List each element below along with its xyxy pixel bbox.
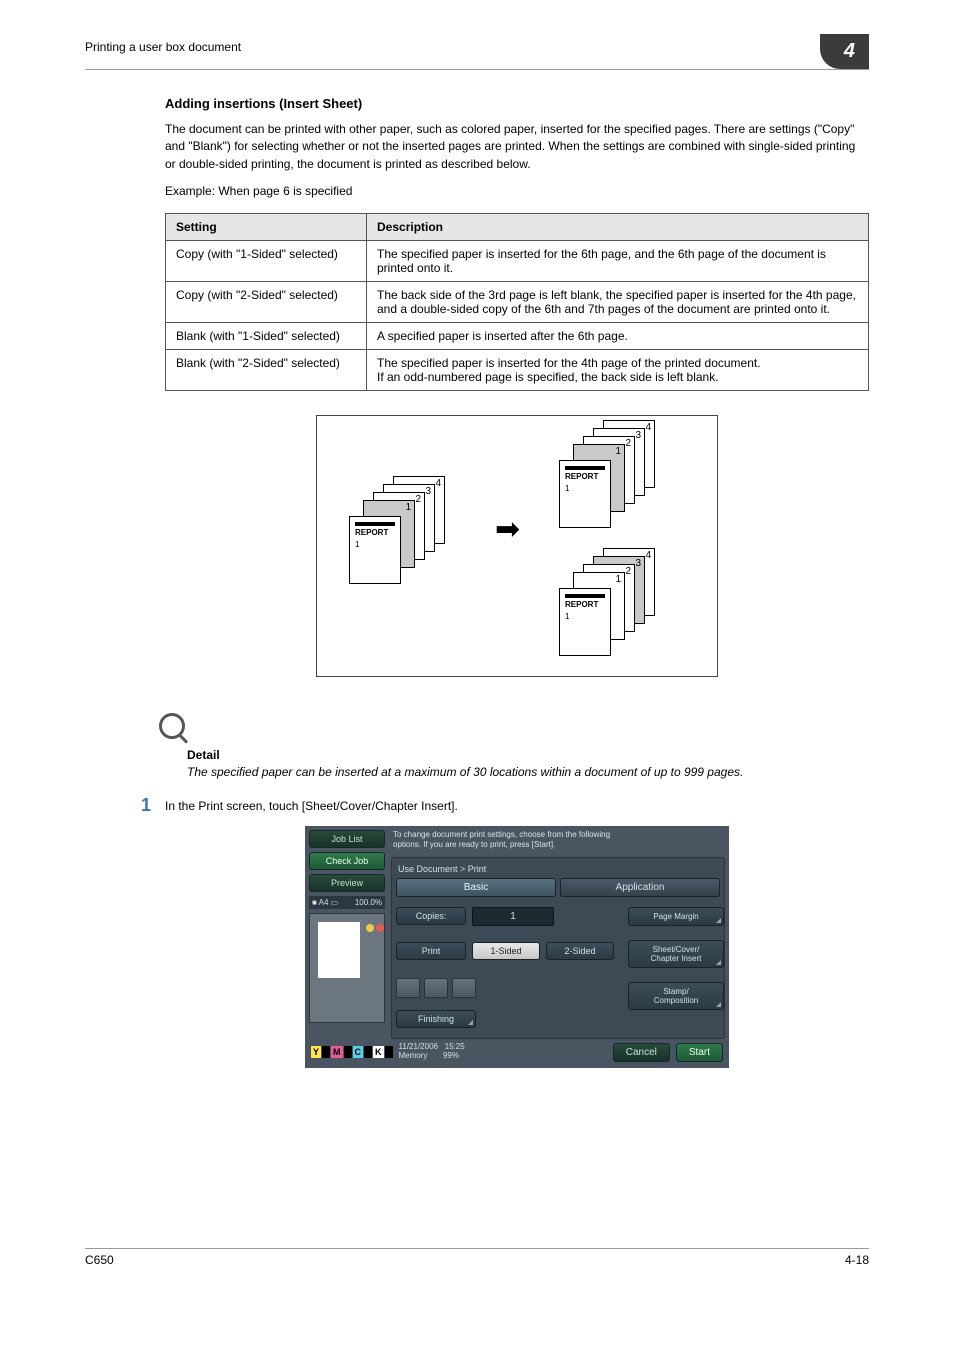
print-screen-panel: Job List Check Job Preview ■ A4 ▭ 100.0% — [305, 826, 729, 1068]
copies-label: Copies: — [396, 907, 466, 925]
status-text: To change document print settings, choos… — [391, 830, 725, 853]
one-sided-button[interactable]: 1-Sided — [472, 942, 540, 960]
tab-application[interactable]: Application — [560, 878, 720, 897]
detail-text: The specified paper can be inserted at a… — [187, 764, 869, 781]
copies-value[interactable]: 1 — [472, 907, 554, 926]
section-title: Adding insertions (Insert Sheet) — [165, 96, 869, 111]
step-number: 1 — [133, 795, 151, 816]
finishing-icon — [424, 978, 448, 998]
breadcrumb: Use Document > Print — [396, 862, 720, 878]
th-setting: Setting — [166, 213, 367, 240]
th-description: Description — [367, 213, 869, 240]
step-text: In the Print screen, touch [Sheet/Cover/… — [165, 795, 458, 816]
table-row: Blank (with "2-Sided" selected)The speci… — [166, 349, 869, 390]
cancel-button[interactable]: Cancel — [613, 1043, 670, 1062]
table-row: Blank (with "1-Sided" selected)A specifi… — [166, 322, 869, 349]
finishing-icon — [452, 978, 476, 998]
intro-text: The document can be printed with other p… — [165, 121, 869, 173]
table-row: Copy (with "2-Sided" selected)The back s… — [166, 281, 869, 322]
datetime-memory: 11/21/2006 15:25 Memory 99% — [399, 1043, 465, 1061]
finishing-icon — [396, 978, 420, 998]
page-margin-button[interactable]: Page Margin — [628, 907, 724, 926]
tab-basic[interactable]: Basic — [396, 878, 556, 897]
footer-page: 4-18 — [845, 1253, 869, 1267]
preview-area — [309, 913, 385, 1023]
example-text: Example: When page 6 is specified — [165, 183, 869, 200]
sheet-cover-chapter-insert-button[interactable]: Sheet/Cover/ Chapter Insert — [628, 940, 724, 968]
chapter-badge: 4 — [820, 34, 869, 69]
detail-label: Detail — [187, 748, 869, 762]
footer-model: C650 — [85, 1253, 114, 1267]
toner-indicator: YMCK — [311, 1046, 393, 1058]
print-label: Print — [396, 942, 466, 960]
start-button[interactable]: Start — [676, 1043, 723, 1062]
two-sided-button[interactable]: 2-Sided — [546, 942, 614, 960]
check-job-button[interactable]: Check Job — [309, 852, 385, 870]
stamp-composition-button[interactable]: Stamp/ Composition — [628, 982, 724, 1010]
table-row: Copy (with "1-Sided" selected)The specif… — [166, 240, 869, 281]
preview-button[interactable]: Preview — [309, 874, 385, 892]
settings-table: Setting Description Copy (with "1-Sided"… — [165, 213, 869, 391]
detail-icon — [159, 713, 185, 739]
job-list-button[interactable]: Job List — [309, 830, 385, 848]
header-section: Printing a user box document — [85, 40, 241, 58]
insert-sheet-diagram: 4 3 2 1 REPORT 1 ➡ 4 3 2 1 REPORT — [316, 415, 718, 677]
finishing-button[interactable]: Finishing — [396, 1010, 476, 1028]
preview-info: ■ A4 ▭ 100.0% — [309, 896, 385, 909]
